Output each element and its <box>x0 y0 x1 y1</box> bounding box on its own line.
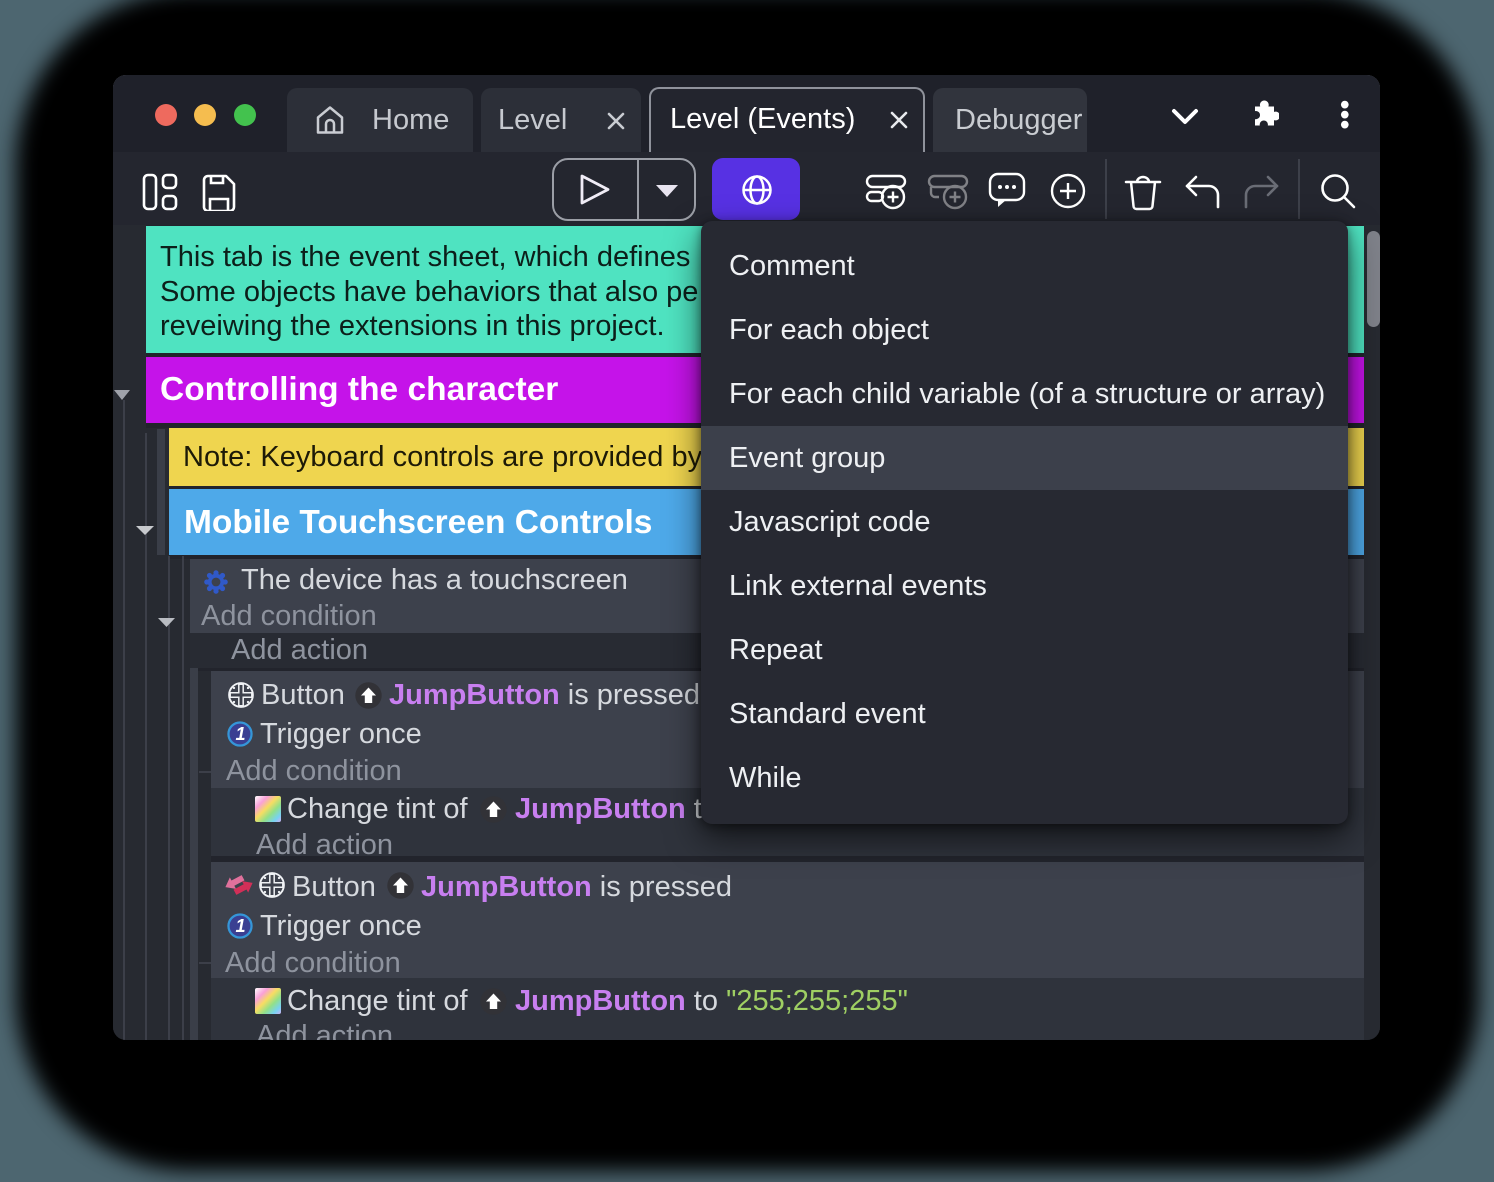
svg-text:1: 1 <box>236 916 246 936</box>
svg-text:1: 1 <box>236 724 246 744</box>
